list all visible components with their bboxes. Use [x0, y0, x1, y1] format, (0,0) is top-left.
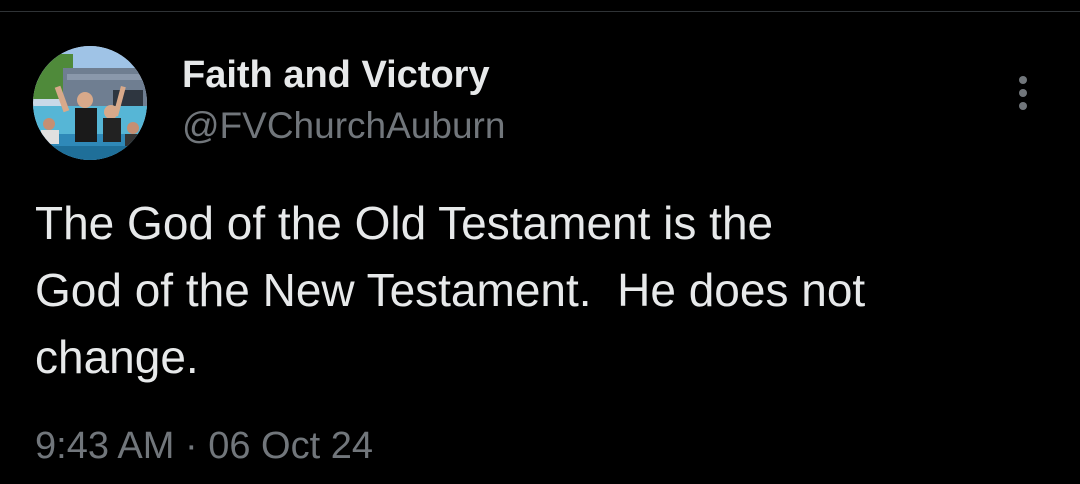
tweet-time: 9:43 AM — [35, 425, 175, 467]
more-options-icon-dot — [1019, 76, 1027, 84]
tweet-text-line: change. — [35, 331, 199, 383]
avatar-photo — [33, 46, 147, 160]
tweet-text: The God of the Old Testament is the God … — [35, 190, 1045, 391]
tweet-text-line: God of the New Testament. He does not — [35, 264, 866, 316]
tweet-date: 06 Oct 24 — [208, 425, 373, 467]
more-options-icon-dot — [1019, 89, 1027, 97]
tweet-container: Faith and Victory @FVChurchAuburn The Go… — [0, 0, 1080, 484]
more-options-button[interactable] — [1002, 70, 1044, 116]
meta-separator: · — [184, 425, 198, 467]
author-handle[interactable]: @FVChurchAuburn — [182, 103, 505, 149]
more-options-icon-dot — [1019, 102, 1027, 110]
top-divider — [0, 11, 1080, 12]
author-display-name[interactable]: Faith and Victory — [182, 52, 490, 98]
tweet-text-line: The God of the Old Testament is the — [35, 197, 774, 249]
tweet-timestamp[interactable]: 9:43 AM · 06 Oct 24 — [35, 423, 373, 469]
avatar[interactable] — [33, 46, 147, 160]
